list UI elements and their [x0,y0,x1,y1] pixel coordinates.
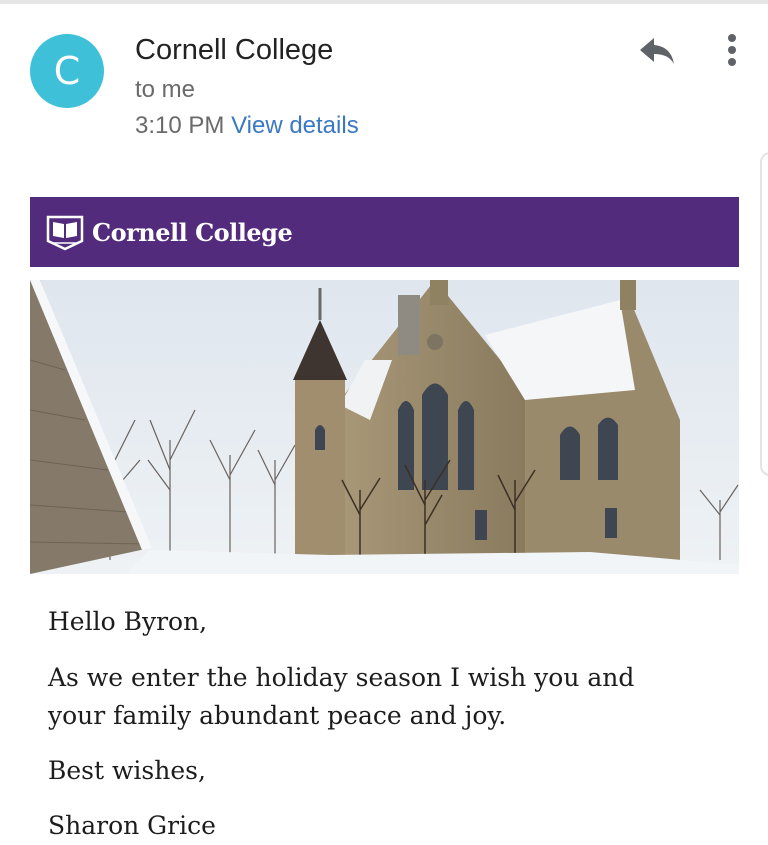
sender-avatar[interactable]: C [30,34,104,108]
view-details-link[interactable]: View details [231,112,359,139]
message-line-1: As we enter the holiday season I wish yo… [48,663,635,692]
message-line-2: your family abundant peace and joy. [48,701,507,730]
avatar-letter: C [53,49,81,93]
email-banner: Cornell College [30,197,739,267]
campus-chapel-photo [30,280,739,574]
greeting-line: Hello Byron, [48,607,208,636]
college-crest-icon [46,215,84,251]
scroll-handle[interactable] [760,152,768,476]
recipient-line: to me [135,76,196,103]
closing-line: Best wishes, [48,756,206,785]
signature-line: Sharon Grice [48,811,216,840]
reply-icon[interactable] [634,30,678,70]
banner-title: Cornell College [92,217,293,247]
top-divider [0,0,768,4]
sender-name[interactable]: Cornell College [135,34,333,67]
time-row: 3:10 PM View details [135,112,359,140]
more-vert-icon[interactable] [720,30,744,70]
sent-time: 3:10 PM [135,112,225,139]
